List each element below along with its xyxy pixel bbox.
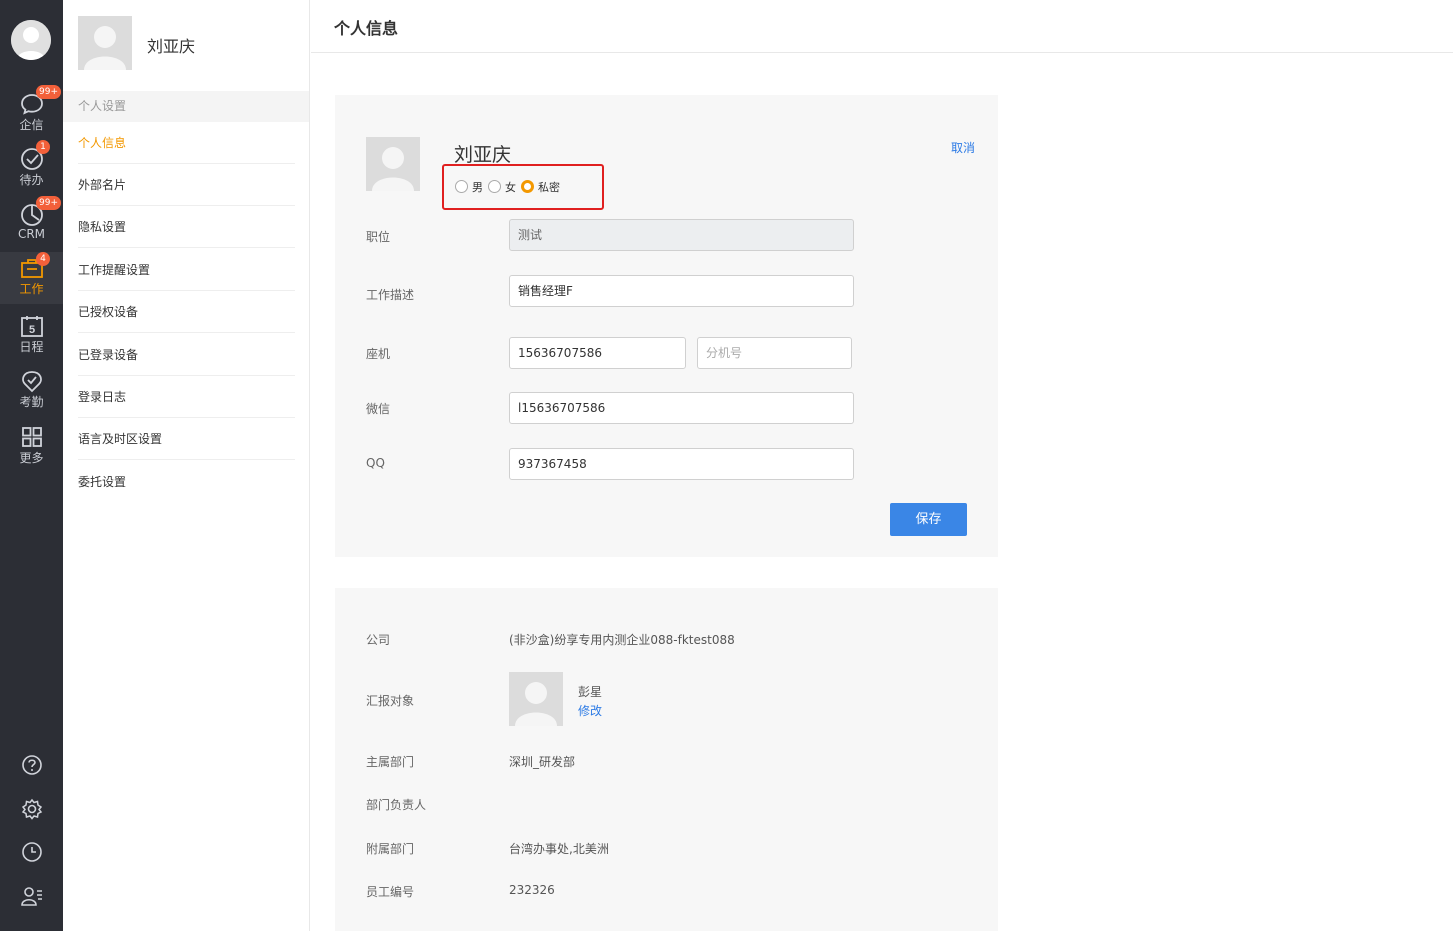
avatar-person-icon bbox=[84, 26, 126, 70]
sidebar-item-label: 已授权设备 bbox=[78, 305, 139, 319]
qq-label: QQ bbox=[366, 456, 385, 470]
sidebar-item-label: 委托设置 bbox=[78, 475, 127, 489]
sidebar-item-external-card[interactable]: 外部名片 bbox=[78, 164, 295, 206]
report-to-label: 汇报对象 bbox=[366, 694, 415, 708]
sidebar-item-label: 已登录设备 bbox=[78, 348, 139, 362]
rail-label-todo: 待办 bbox=[19, 173, 44, 187]
position-input: 测试 bbox=[509, 219, 854, 251]
rail-item-schedule[interactable]: 5 日程 bbox=[0, 310, 63, 362]
organization-info-panel: 公司 (非沙盒)纷享专用内测企业088-fktest088 汇报对象 彭星 修改… bbox=[335, 588, 998, 931]
report-to-avatar bbox=[509, 672, 563, 726]
sidebar-item-privacy[interactable]: 隐私设置 bbox=[78, 206, 295, 248]
dept-head-label: 部门负责人 bbox=[366, 798, 427, 812]
employee-no-label: 员工编号 bbox=[366, 885, 415, 899]
sidebar-section-title: 个人设置 bbox=[63, 91, 309, 122]
sidebar-item-personal-info[interactable]: 个人信息 bbox=[78, 122, 295, 164]
wechat-label: 微信 bbox=[366, 402, 391, 416]
rail-item-more[interactable]: 更多 bbox=[0, 421, 63, 473]
qq-input[interactable]: 937367458 bbox=[509, 448, 854, 480]
sidebar-item-logged-devices[interactable]: 已登录设备 bbox=[78, 334, 295, 376]
job-desc-input[interactable]: 销售经理F bbox=[509, 275, 854, 307]
location-check-icon bbox=[22, 371, 42, 393]
rail-label-work: 工作 bbox=[19, 282, 44, 296]
rail-label-more: 更多 bbox=[19, 451, 44, 465]
gender-label-male: 男 bbox=[472, 181, 483, 194]
sidebar-avatar[interactable] bbox=[78, 16, 132, 70]
rail-item-qixin[interactable]: 99+ 企信 bbox=[0, 85, 63, 140]
avatar-person-icon bbox=[515, 682, 557, 726]
landline-input[interactable]: 15636707586 bbox=[509, 337, 686, 369]
sub-dept-value: 台湾办事处,北美洲 bbox=[509, 842, 609, 856]
sidebar-item-label: 隐私设置 bbox=[78, 220, 127, 234]
profile-avatar[interactable] bbox=[366, 137, 420, 191]
cancel-link[interactable]: 取消 bbox=[951, 139, 975, 156]
company-value: (非沙盒)纷享专用内测企业088-fktest088 bbox=[509, 633, 735, 647]
rail-item-crm[interactable]: 99+ CRM bbox=[0, 196, 63, 251]
user-avatar[interactable] bbox=[11, 20, 51, 60]
sidebar-item-work-reminder[interactable]: 工作提醒设置 bbox=[78, 249, 295, 291]
rail-item-work[interactable]: 4 工作 bbox=[0, 252, 63, 304]
sidebar-item-label: 个人信息 bbox=[78, 136, 127, 150]
sidebar-item-login-log[interactable]: 登录日志 bbox=[78, 376, 295, 418]
report-to-name: 彭星 bbox=[578, 685, 603, 699]
extension-input[interactable]: 分机号 bbox=[697, 337, 852, 369]
history-button[interactable] bbox=[0, 837, 63, 867]
sidebar-item-delegation[interactable]: 委托设置 bbox=[78, 461, 295, 503]
rail-label-crm: CRM bbox=[17, 227, 46, 241]
settings-button[interactable] bbox=[0, 794, 63, 824]
sidebar-item-label: 登录日志 bbox=[78, 390, 127, 404]
sidebar-user-name: 刘亚庆 bbox=[147, 37, 196, 56]
help-icon bbox=[22, 755, 42, 775]
job-desc-label: 工作描述 bbox=[366, 288, 415, 302]
sidebar-item-label: 外部名片 bbox=[78, 178, 127, 192]
sidebar-item-language-timezone[interactable]: 语言及时区设置 bbox=[78, 418, 295, 460]
employee-no-value: 232326 bbox=[509, 883, 555, 897]
gender-radio-private[interactable] bbox=[521, 180, 534, 193]
save-button[interactable]: 保存 bbox=[890, 503, 967, 536]
help-button[interactable] bbox=[0, 750, 63, 780]
position-label: 职位 bbox=[366, 230, 391, 244]
gender-radio-male[interactable] bbox=[455, 180, 468, 193]
gear-icon bbox=[21, 798, 43, 820]
gender-radio-female[interactable] bbox=[488, 180, 501, 193]
badge-todo: 1 bbox=[36, 140, 50, 154]
wechat-input[interactable]: l15636707586 bbox=[509, 392, 854, 424]
gender-label-private: 私密 bbox=[538, 181, 560, 194]
badge-work: 4 bbox=[36, 252, 50, 266]
sidebar-item-authorized-devices[interactable]: 已授权设备 bbox=[78, 291, 295, 333]
profile-name: 刘亚庆 bbox=[454, 144, 512, 166]
calendar-day-text: 5 bbox=[29, 324, 35, 336]
rail-label-qixin: 企信 bbox=[19, 118, 44, 132]
calendar-icon: 5 bbox=[21, 316, 43, 337]
grid-icon bbox=[22, 427, 42, 447]
contacts-button[interactable] bbox=[0, 881, 63, 911]
avatar-person-icon bbox=[372, 147, 414, 191]
profile-edit-panel: 刘亚庆 取消 男 女 私密 职位 测试 工作描述 销售经理F 座机 156367… bbox=[335, 95, 998, 557]
main-dept-value: 深圳_研发部 bbox=[509, 755, 576, 769]
gender-label-female: 女 bbox=[505, 181, 516, 194]
app-rail: 99+ 企信 1 待办 99+ CRM 4 工作 5 日程 考勤 更多 bbox=[0, 0, 63, 931]
page-header: 个人信息 bbox=[311, 0, 1453, 53]
company-label: 公司 bbox=[366, 633, 391, 647]
badge-qixin: 99+ bbox=[36, 85, 61, 99]
main-dept-label: 主属部门 bbox=[366, 755, 415, 769]
avatar-person-icon bbox=[11, 20, 51, 60]
report-to-edit-link[interactable]: 修改 bbox=[578, 702, 602, 719]
rail-label-schedule: 日程 bbox=[19, 340, 44, 354]
page-title: 个人信息 bbox=[334, 19, 399, 38]
sub-dept-label: 附属部门 bbox=[366, 842, 415, 856]
contacts-icon bbox=[21, 887, 42, 906]
landline-label: 座机 bbox=[366, 347, 391, 361]
badge-crm: 99+ bbox=[36, 196, 61, 210]
settings-sidebar: 刘亚庆 个人设置 个人信息 外部名片 隐私设置 工作提醒设置 已授权设备 已登录… bbox=[63, 0, 310, 931]
rail-item-attendance[interactable]: 考勤 bbox=[0, 365, 63, 417]
sidebar-item-label: 工作提醒设置 bbox=[78, 263, 151, 277]
rail-item-todo[interactable]: 1 待办 bbox=[0, 140, 63, 195]
rail-label-attendance: 考勤 bbox=[19, 395, 44, 409]
sidebar-item-label: 语言及时区设置 bbox=[78, 432, 163, 446]
clock-icon bbox=[22, 842, 42, 862]
